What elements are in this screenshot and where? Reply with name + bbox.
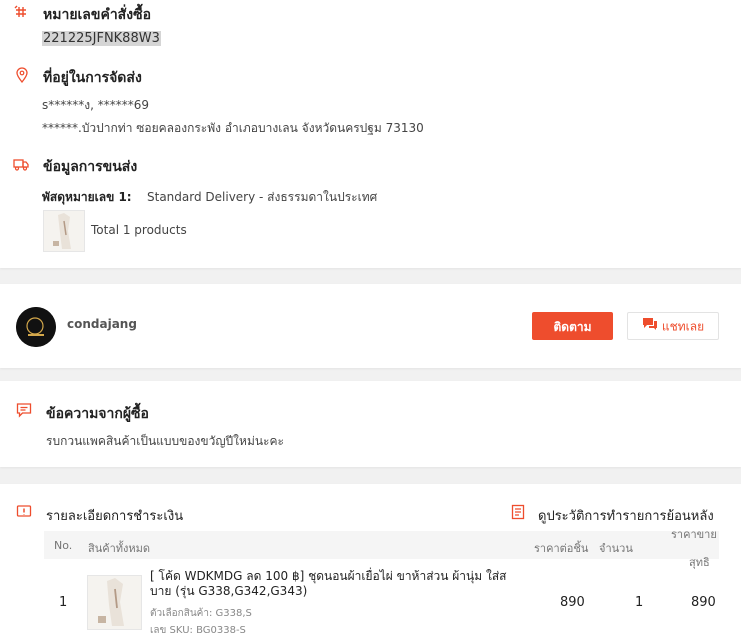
- row-product-image: [87, 575, 142, 630]
- row-variation: ตัวเลือกสินค้า: G338,S: [150, 608, 252, 619]
- truck-icon: [13, 156, 29, 172]
- col-unit-price: ราคาต่อชิ้น: [534, 542, 589, 555]
- payment-table-header: No. สินค้าทั้งหมด ราคาต่อชิ้น จำนวน ราคา…: [44, 528, 719, 569]
- order-info-card: หมายเลขคำสั่งซื้อ 221225JFNK88W3 ที่อยู่…: [0, 0, 741, 268]
- history-icon: [510, 504, 526, 520]
- hashtag-icon: [13, 4, 29, 20]
- order-number-text[interactable]: 221225JFNK88W3: [42, 31, 161, 46]
- order-number-title: หมายเลขคำสั่งซื้อ: [43, 7, 151, 23]
- row-net-price: 890: [691, 595, 716, 610]
- table-row: 1 [ โค้ด WDKMDG ลด 100 ฿] ชุดนอนผ้าเยื่อ…: [44, 563, 719, 636]
- col-no: No.: [54, 539, 73, 552]
- shipping-address-title: ที่อยู่ในการจัดส่ง: [43, 70, 142, 86]
- recipient-name-phone: s******ง, ******69: [42, 98, 150, 112]
- buyer-message-card: ข้อความจากผู้ซื้อ รบกวนแพคสินค้าเป็นแบบข…: [0, 381, 741, 467]
- row-product-name-2[interactable]: บาย (รุ่น G338,G342,G343): [150, 582, 307, 601]
- shop-name[interactable]: condajang: [67, 317, 137, 331]
- row-unit-price: 890: [560, 595, 585, 610]
- shipping-info-title: ข้อมูลการขนส่ง: [43, 159, 138, 175]
- message-icon: [16, 402, 32, 418]
- order-number-value[interactable]: 221225JFNK88W3: [42, 31, 161, 46]
- chat-button[interactable]: แชทเลย: [627, 312, 719, 340]
- chat-label: แชทเลย: [661, 319, 705, 334]
- recipient-address: ******.บัวปากท่า ซอยคลองกระพัง อำเภอบางเ…: [42, 121, 424, 135]
- product-thumbnail: [43, 210, 85, 252]
- buyer-message-text: รบกวนแพคสินค้าเป็นแบบของขวัญปีใหม่นะคะ: [46, 434, 284, 448]
- row-sku: เลข SKU: BG0338-S: [150, 625, 246, 636]
- shop-avatar[interactable]: [16, 307, 56, 347]
- follow-button[interactable]: ติดตาม: [532, 312, 613, 340]
- total-products: Total 1 products: [91, 223, 187, 237]
- row-quantity: 1: [635, 595, 644, 610]
- chat-icon: [642, 314, 658, 340]
- parcel-method: Standard Delivery - ส่งธรรมดาในประเทศ: [147, 190, 378, 204]
- history-link[interactable]: ดูประวัติการทำรายการย้อนหลัง: [538, 505, 714, 526]
- payment-icon: [16, 504, 32, 520]
- buyer-message-title: ข้อความจากผู้ซื้อ: [46, 406, 149, 422]
- col-net-price-1: ราคาขาย: [671, 528, 717, 541]
- parcel-label: พัสดุหมายเลข 1:: [42, 190, 132, 204]
- row-no: 1: [59, 595, 68, 610]
- col-quantity: จำนวน: [599, 542, 633, 555]
- location-pin-icon: [14, 67, 30, 84]
- col-products: สินค้าทั้งหมด: [88, 542, 151, 555]
- payment-title: รายละเอียดการชำระเงิน: [46, 509, 184, 524]
